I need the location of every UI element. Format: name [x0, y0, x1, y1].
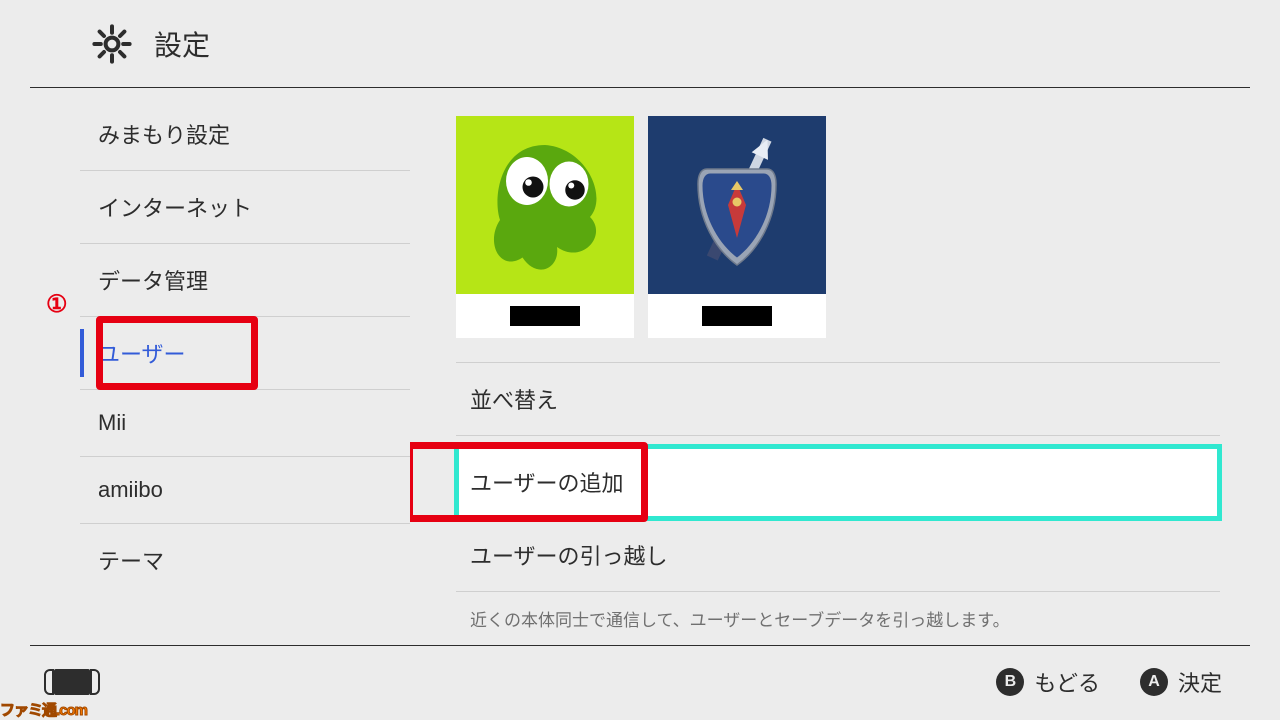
row-transfer-user[interactable]: ユーザーの引っ越し	[456, 519, 1220, 592]
users-row	[456, 116, 1220, 338]
redacted-name	[702, 306, 772, 326]
row-sort-users[interactable]: 並べ替え	[456, 363, 1220, 436]
sidebar-item-label: amiibo	[98, 477, 163, 502]
sidebar: みまもり設定 インターネット データ管理 ユーザー Mii amiibo テーマ…	[30, 88, 410, 645]
back-button[interactable]: B もどる	[996, 666, 1100, 698]
sidebar-item-data-mgmt[interactable]: データ管理	[80, 244, 410, 317]
console-icon[interactable]	[44, 669, 100, 695]
b-button-icon: B	[996, 668, 1024, 696]
a-button-icon: A	[1140, 668, 1168, 696]
user-name	[456, 294, 634, 338]
sidebar-item-label: データ管理	[98, 269, 208, 294]
row-add-user[interactable]: ユーザーの追加	[456, 446, 1220, 519]
row-description: 近くの本体同士で通信して、ユーザーとセーブデータを引っ越します。	[456, 592, 1220, 631]
header: 設定	[30, 0, 1250, 88]
row-label: 並べ替え	[470, 388, 558, 413]
sidebar-item-users[interactable]: ユーザー	[80, 317, 410, 390]
user-card[interactable]	[648, 116, 826, 338]
sidebar-item-label: テーマ	[98, 549, 164, 574]
gear-icon	[92, 24, 132, 64]
back-label: もどる	[1034, 666, 1100, 698]
sidebar-item-label: みまもり設定	[98, 123, 230, 148]
row-label: ユーザーの追加	[470, 471, 624, 496]
footer: B もどる A 決定	[0, 646, 1280, 718]
annotation-1-label: ①	[46, 290, 68, 319]
ok-label: 決定	[1178, 666, 1222, 698]
sidebar-item-amiibo[interactable]: amiibo	[80, 457, 410, 524]
sidebar-item-mii[interactable]: Mii	[80, 390, 410, 457]
watermark: ファミ通.com	[0, 699, 87, 720]
main-panel: 並べ替え ユーザーの追加 ユーザーの引っ越し 近くの本体同士で通信して、ユーザー…	[410, 88, 1250, 645]
avatar-squid-icon	[456, 116, 634, 294]
sidebar-item-internet[interactable]: インターネット	[80, 171, 410, 244]
sidebar-item-parental[interactable]: みまもり設定	[80, 98, 410, 171]
sidebar-item-theme[interactable]: テーマ	[80, 524, 410, 596]
row-label: ユーザーの引っ越し	[470, 544, 668, 569]
body: みまもり設定 インターネット データ管理 ユーザー Mii amiibo テーマ…	[30, 88, 1250, 646]
user-name	[648, 294, 826, 338]
page-title: 設定	[154, 24, 210, 64]
sidebar-item-label: インターネット	[98, 196, 252, 221]
sidebar-item-label: ユーザー	[98, 342, 186, 367]
user-card[interactable]	[456, 116, 634, 338]
ok-button[interactable]: A 決定	[1140, 666, 1222, 698]
sidebar-item-label: Mii	[98, 410, 126, 435]
redacted-name	[510, 306, 580, 326]
avatar-shield-icon	[648, 116, 826, 294]
